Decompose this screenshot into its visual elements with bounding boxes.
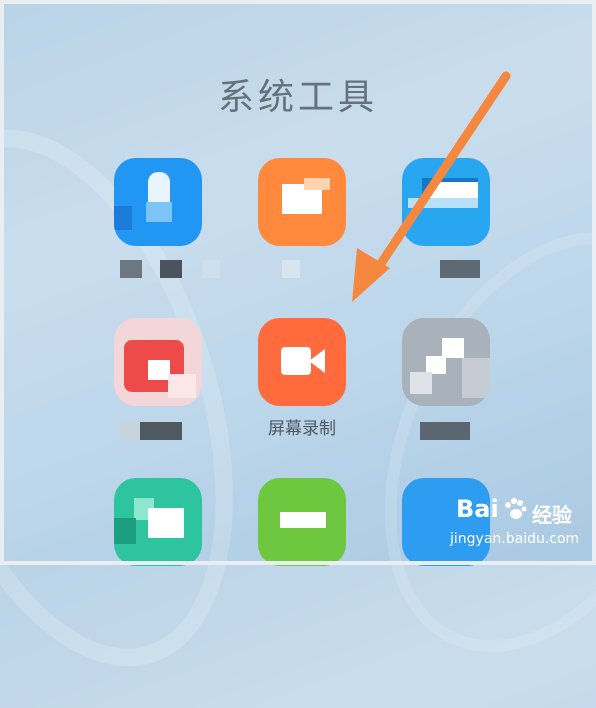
watermark-brand-suffix: 经验 [532, 503, 572, 527]
watermark-brand: Bai [456, 495, 499, 523]
annotation-arrow [352, 71, 511, 302]
paw-icon [505, 498, 527, 519]
baidu-watermark: Bai 经验 jingyan.baidu.com [448, 495, 580, 555]
watermark-url: jingyan.baidu.com [450, 531, 580, 547]
